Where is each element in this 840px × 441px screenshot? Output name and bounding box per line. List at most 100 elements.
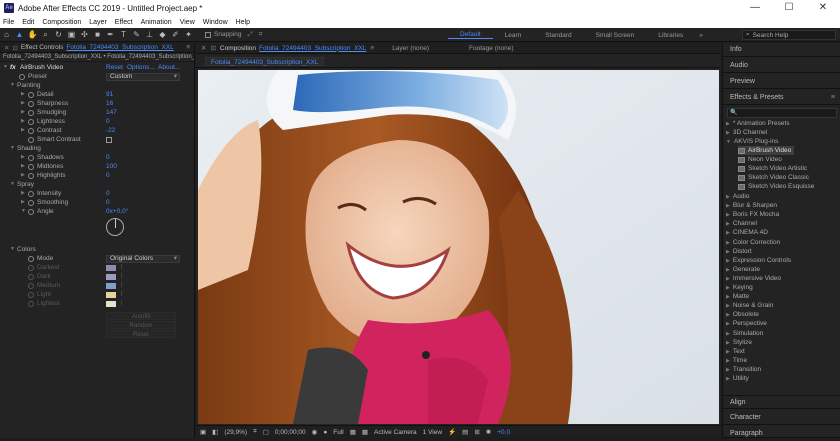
composition-tab-label[interactable]: Composition [220, 45, 256, 52]
effects-search-input[interactable]: 🔍 [727, 108, 837, 118]
effect-sketch-video-artistic[interactable]: Sketch Video Artistic [738, 164, 807, 173]
eraser-tool-icon[interactable]: ◆ [156, 29, 169, 41]
views-dropdown[interactable]: 1 View [423, 429, 442, 436]
menu-layer[interactable]: Layer [89, 19, 107, 26]
intensity-value[interactable]: 0 [106, 189, 110, 198]
camera-tool-icon[interactable]: ▣ [65, 29, 78, 41]
eyedropper-icon[interactable]: ⌇ [120, 290, 123, 299]
painting-group[interactable]: ▼ Painting [0, 81, 195, 90]
category-boris-fx-mocha[interactable]: ▶ Boris FX Mocha [726, 210, 779, 219]
collapse-triangle-icon[interactable]: ▶ [21, 189, 25, 198]
light-swatch[interactable] [106, 291, 116, 298]
contrast-value[interactable]: -22 [106, 126, 115, 135]
stopwatch-icon[interactable] [28, 208, 34, 215]
menu-composition[interactable]: Composition [42, 19, 81, 26]
category-obsolete[interactable]: ▶ Obsolete [726, 310, 759, 319]
close-button[interactable]: ✕ [806, 0, 840, 16]
snapping-toggle[interactable]: Snapping ⤢ ⌗ [205, 31, 262, 39]
category-color-correction[interactable]: ▶ Color Correction [726, 238, 780, 247]
sharpness-value[interactable]: 16 [106, 99, 113, 108]
stopwatch-icon[interactable] [28, 190, 34, 197]
panel-menu-icon[interactable]: ≡ [831, 91, 835, 105]
hand-tool-icon[interactable]: ✋ [26, 29, 39, 41]
category-akvis-plugins[interactable]: ▼ AKVIS Plug-ins [726, 137, 778, 146]
mode-dropdown[interactable]: Original Colors ▾ [106, 254, 180, 263]
roi-icon[interactable]: ▦ [350, 428, 356, 436]
shading-group[interactable]: ▼ Shading [0, 144, 195, 153]
menu-effect[interactable]: Effect [115, 19, 133, 26]
angle-value[interactable]: 0x+0,0° [106, 207, 128, 216]
stopwatch-icon[interactable] [28, 118, 34, 125]
selection-tool-icon[interactable]: ▲ [13, 29, 26, 41]
search-help-field[interactable]: ⌕ Search Help [742, 30, 836, 40]
category-animation-presets[interactable]: ▶ * Animation Presets [726, 119, 790, 128]
angle-dial[interactable] [106, 218, 124, 236]
composition-chip[interactable]: Fotolia_72494403_Subscription_XXL [205, 57, 325, 66]
lightness-value[interactable]: 0 [106, 117, 110, 126]
snapshot-icon[interactable]: ◉ [312, 428, 318, 436]
panel-menu-icon[interactable]: ≡ [186, 44, 190, 51]
zoom-level[interactable]: (29,9%) [224, 429, 247, 436]
maximize-button[interactable]: ☐ [772, 0, 806, 16]
zoom-tool-icon[interactable]: ⌕ [39, 29, 52, 41]
random-button[interactable]: Random [106, 321, 176, 329]
autofill-button[interactable]: Autofill [106, 312, 176, 320]
workspace-libraries[interactable]: Libraries [646, 32, 695, 39]
collapse-triangle-icon[interactable]: ▶ [21, 108, 25, 117]
collapse-triangle-icon[interactable]: ▶ [21, 90, 25, 99]
category-3d-channel[interactable]: ▶ 3D Channel [726, 128, 767, 137]
effect-controls-tab[interactable]: ✕ ⊡ Effect Controls Fotolia_72494403_Sub… [0, 43, 194, 53]
stopwatch-icon[interactable] [28, 172, 34, 179]
effect-sketch-video-classic[interactable]: Sketch Video Classic [738, 173, 809, 182]
expand-triangle-icon[interactable]: ▼ [10, 81, 15, 90]
category-transition[interactable]: ▶ Transition [726, 365, 761, 374]
reset-colors-button[interactable]: Reset [106, 330, 176, 338]
menu-help[interactable]: Help [236, 19, 250, 26]
align-panel-header[interactable]: Align [723, 395, 840, 409]
rectangle-tool-icon[interactable]: ■ [91, 29, 104, 41]
footage-tab[interactable]: Footage (none) [469, 45, 513, 52]
fx-icon[interactable]: fx [10, 63, 16, 72]
lock-icon[interactable]: ⊡ [210, 44, 215, 52]
stopwatch-icon[interactable] [28, 136, 34, 143]
composition-viewer[interactable] [198, 70, 719, 424]
darkest-swatch[interactable] [106, 264, 116, 271]
effect-neon-video[interactable]: Neon Video [738, 155, 782, 164]
character-panel-header[interactable]: Character [723, 411, 840, 425]
category-audio[interactable]: ▶ Audio [726, 192, 749, 201]
category-expression-controls[interactable]: ▶ Expression Controls [726, 256, 791, 265]
snapping-checkbox[interactable] [205, 31, 211, 38]
exposure-value[interactable]: +0,0 [497, 429, 510, 436]
collapse-triangle-icon[interactable]: ▶ [21, 171, 25, 180]
midtones-value[interactable]: 100 [106, 162, 117, 171]
home-icon[interactable]: ⌂ [0, 29, 13, 41]
pan-behind-tool-icon[interactable]: ✣ [78, 29, 91, 41]
expand-triangle-icon[interactable]: ▼ [21, 207, 26, 216]
puppet-tool-icon[interactable]: ✦ [182, 29, 195, 41]
audio-panel-header[interactable]: Audio [723, 59, 840, 73]
brush-tool-icon[interactable]: ✎ [130, 29, 143, 41]
dark-swatch[interactable] [106, 273, 116, 280]
roto-brush-tool-icon[interactable]: ✐ [169, 29, 182, 41]
grid-icon[interactable]: ⌗ [253, 428, 257, 436]
panel-menu-icon[interactable]: ≡ [370, 45, 374, 52]
category-distort[interactable]: ▶ Distort [726, 247, 752, 256]
options-link[interactable]: Options... [127, 63, 155, 72]
collapse-triangle-icon[interactable]: ▶ [21, 153, 25, 162]
collapse-triangle-icon[interactable]: ▶ [21, 198, 25, 207]
workspace-learn[interactable]: Learn [493, 32, 534, 39]
resolution-dropdown[interactable]: Full [333, 429, 343, 436]
effects-presets-header[interactable]: Effects & Presets ≡ [723, 91, 840, 105]
expand-triangle-icon[interactable]: ▼ [10, 245, 15, 254]
pen-tool-icon[interactable]: ✒ [104, 29, 117, 41]
workspace-default[interactable]: Default [448, 31, 493, 39]
stopwatch-icon[interactable] [28, 282, 34, 289]
minimize-button[interactable]: — [738, 0, 772, 16]
eyedropper-icon[interactable]: ⌇ [120, 272, 123, 281]
transparency-icon[interactable]: ▩ [362, 428, 368, 436]
fast-preview-icon[interactable]: ⚡ [448, 428, 456, 436]
stopwatch-icon[interactable] [19, 73, 25, 80]
category-text[interactable]: ▶ Text [726, 347, 745, 356]
collapse-triangle-icon[interactable]: ▶ [21, 117, 25, 126]
stopwatch-icon[interactable] [28, 91, 34, 98]
